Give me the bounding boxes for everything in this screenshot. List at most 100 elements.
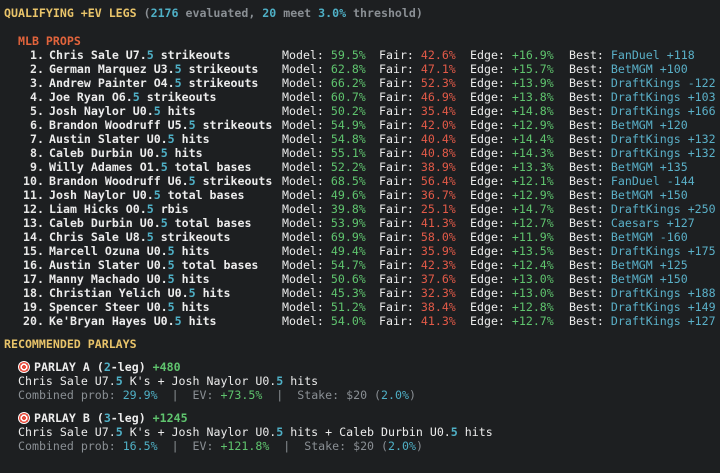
parlay-stats: Combined prob: 16.5% | EV: +121.8% | Sta… [4, 439, 720, 453]
stake-pct-open: ( [367, 388, 382, 402]
best-odds: +103 [687, 90, 716, 104]
edge-label: Edge: [470, 272, 505, 286]
best-label: Best: [569, 188, 604, 202]
best-label: Best: [569, 48, 604, 62]
model-label: Model: [282, 216, 324, 230]
edge-label: Edge: [470, 104, 505, 118]
prop-market: strikeouts [181, 76, 259, 90]
model-label: Model: [282, 188, 324, 202]
edge-value: +12.7% [511, 216, 554, 230]
edge-cell: Edge: +12.9% [470, 188, 554, 202]
edge-label: Edge: [470, 300, 505, 314]
edge-cell: Edge: +13.9% [470, 76, 554, 90]
edge-label: Edge: [470, 146, 505, 160]
fair-label: Fair: [379, 90, 414, 104]
model-label: Model: [282, 272, 324, 286]
best-book: BetMGM [610, 188, 653, 202]
prop-row: 12. Liam Hicks O0.5 rbis Model: 39.8% Fair:… [4, 202, 720, 216]
fair-value: 35.9% [420, 244, 456, 258]
model-label: Model: [282, 132, 324, 146]
prop-rank: 10. [23, 174, 44, 188]
fair-value: 42.6% [420, 48, 456, 62]
prop-name-text: Brandon Woodruff U6. [49, 174, 189, 188]
model-cell: Model: 54.9% [282, 118, 366, 132]
prop-row: 20. Ke'Bryan Hayes U0.5 hits Model: 54.0% F… [4, 314, 720, 328]
prop-name: Manny Machado U0.5 hits [49, 272, 210, 286]
fair-value: 56.4% [420, 174, 456, 188]
terminal-output: QUALIFYING +EV LEGS (2176 evaluated, 20 … [0, 0, 720, 453]
prop-row: 14. Chris Sale U8.5 strikeouts Model: 69.9… [4, 230, 720, 244]
best-cell: Best: DraftKings +127 [569, 314, 716, 328]
prop-name: Chris Sale U7.5 strikeouts [49, 48, 231, 62]
prop-line-digit: 5 [188, 118, 196, 132]
fair-value: 35.4% [420, 104, 456, 118]
prop-rank: 12. [23, 202, 44, 216]
prop-market: hits [174, 132, 210, 146]
best-book: DraftKings [610, 300, 681, 314]
parlay-legs-open: ( [89, 360, 104, 374]
best-label: Best: [569, 258, 604, 272]
model-label: Model: [282, 244, 324, 258]
edge-label: Edge: [470, 76, 505, 90]
fair-cell: Fair: 58.0% [379, 230, 456, 244]
best-label: Best: [569, 216, 604, 230]
best-label: Best: [569, 118, 604, 132]
evaluated-count: 2176 [150, 6, 179, 20]
model-value: 54.9% [330, 118, 366, 132]
best-cell: Best: BetMGM +120 [569, 118, 688, 132]
target-icon [18, 412, 30, 424]
parlay-label: PARLAY B [34, 411, 90, 425]
prop-name-text: Joe Ryan O6. [49, 90, 133, 104]
parlay-legs: Chris Sale U7.5 K's + Josh Naylor U0.5 h… [4, 374, 720, 388]
model-label: Model: [282, 104, 324, 118]
best-odds: +132 [687, 132, 716, 146]
best-cell: Best: BetMGM +135 [569, 160, 688, 174]
fair-label: Fair: [379, 230, 414, 244]
model-cell: Model: 55.1% [282, 146, 366, 160]
edge-cell: Edge: +13.5% [470, 244, 554, 258]
prop-line-digit: 5 [146, 202, 154, 216]
prop-market: hits [174, 272, 210, 286]
fair-cell: Fair: 38.4% [379, 300, 456, 314]
prop-name: Joe Ryan O6.5 strikeouts [49, 90, 217, 104]
model-label: Model: [282, 174, 324, 188]
model-cell: Model: 66.2% [282, 76, 366, 90]
parlay-stats: Combined prob: 29.9% | EV: +73.5% | Stak… [4, 388, 720, 402]
fair-value: 46.9% [420, 90, 456, 104]
best-book: BetMGM [610, 62, 653, 76]
fair-value: 36.7% [420, 188, 456, 202]
fair-value: 32.3% [420, 286, 456, 300]
best-label: Best: [569, 62, 604, 76]
model-label: Model: [282, 48, 324, 62]
best-odds: +132 [687, 146, 716, 160]
edge-label: Edge: [470, 202, 505, 216]
prop-name-text: Christian Yelich U0. [49, 286, 189, 300]
prop-name: Christian Yelich U0.5 hits [49, 286, 231, 300]
best-label: Best: [569, 286, 604, 300]
model-cell: Model: 53.9% [282, 216, 366, 230]
prop-line-digit: 5 [132, 90, 140, 104]
fair-value: 41.3% [420, 314, 456, 328]
prop-line-digit: 5 [160, 146, 168, 160]
prop-rank: 15. [23, 244, 44, 258]
header-paren: ( [143, 6, 151, 20]
prop-line-digit: 5 [146, 230, 154, 244]
fair-cell: Fair: 42.6% [379, 48, 456, 62]
best-cell: Best: DraftKings +188 [569, 286, 716, 300]
parlay-odds: +480 [145, 360, 181, 374]
mlb-section-title: MLB PROPS [4, 34, 720, 48]
edge-value: +14.4% [511, 132, 554, 146]
best-label: Best: [569, 202, 604, 216]
model-cell: Model: 54.7% [282, 258, 366, 272]
combined-prob: 16.5% [122, 439, 158, 453]
parlay-legs-num: 3 [103, 411, 111, 425]
best-cell: Best: BetMGM +150 [569, 272, 688, 286]
edge-cell: Edge: +13.8% [470, 90, 554, 104]
edge-value: +14.3% [511, 146, 554, 160]
model-cell: Model: 39.8% [282, 202, 366, 216]
prop-row: 11. Josh Naylor U0.5 total bases Model: 49… [4, 188, 720, 202]
best-book: Caesars [610, 216, 660, 230]
best-label: Best: [569, 146, 604, 160]
model-value: 55.1% [330, 146, 366, 160]
best-odds: +135 [659, 160, 688, 174]
